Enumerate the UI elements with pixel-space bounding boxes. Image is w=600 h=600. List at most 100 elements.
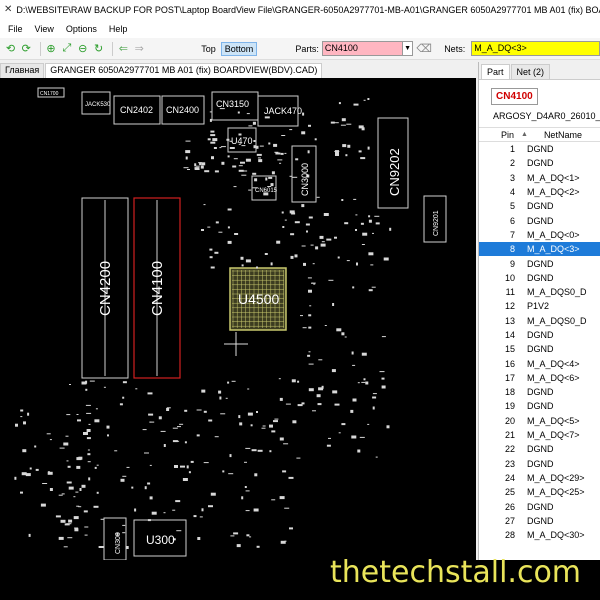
bottom-side-button[interactable]: Bottom bbox=[220, 41, 258, 56]
component-pad bbox=[275, 152, 281, 155]
pin-row[interactable]: 14 DGND bbox=[479, 328, 600, 342]
component-pad bbox=[220, 413, 226, 415]
pin-row[interactable]: 17 M_A_DQ<6> bbox=[479, 371, 600, 385]
tab-net[interactable]: Net (2) bbox=[510, 64, 551, 79]
pin-net-name: DGND bbox=[527, 330, 554, 340]
boardview-canvas[interactable]: CN1700 JACK530 CN2402 CN2400 CN3150 JACK… bbox=[0, 78, 476, 560]
component-pad bbox=[15, 423, 18, 427]
pin-number: 25 bbox=[504, 487, 515, 498]
rotate-icon[interactable]: ↻ bbox=[92, 42, 105, 56]
component-pad bbox=[209, 111, 212, 113]
menu-options[interactable]: Options bbox=[62, 24, 105, 34]
back-arrow-icon[interactable]: ⇐ bbox=[117, 42, 130, 56]
component-pad bbox=[254, 178, 258, 182]
pin-number: 9 bbox=[509, 258, 515, 269]
pin-row[interactable]: 4 M_A_DQ<2> bbox=[479, 185, 600, 199]
pin-row[interactable]: 16 M_A_DQ<4> bbox=[479, 356, 600, 370]
pin-row[interactable]: 20 M_A_DQ<5> bbox=[479, 414, 600, 428]
pin-row[interactable]: 19 DGND bbox=[479, 399, 600, 413]
pin-row[interactable]: 21 M_A_DQ<7> bbox=[479, 428, 600, 442]
component-pad bbox=[86, 437, 91, 440]
menu-view[interactable]: View bbox=[31, 24, 62, 34]
component-pad bbox=[363, 99, 366, 101]
pin-row[interactable]: 2 DGND bbox=[479, 156, 600, 170]
clear-filter-icon[interactable]: ⌫ bbox=[416, 42, 432, 56]
component-pad bbox=[284, 152, 287, 154]
pin-row[interactable]: 15 DGND bbox=[479, 342, 600, 356]
component-pad bbox=[231, 380, 236, 382]
tab-part[interactable]: Part bbox=[481, 64, 510, 79]
pin-row[interactable]: 6 DGND bbox=[479, 213, 600, 227]
component-pad bbox=[251, 449, 257, 452]
zoom-fit-icon[interactable]: ⟲ bbox=[4, 42, 17, 56]
component-pad bbox=[221, 161, 225, 165]
component-pad bbox=[276, 240, 281, 244]
component-pad bbox=[131, 486, 134, 489]
component-pad bbox=[240, 256, 244, 260]
component-pad bbox=[87, 453, 91, 456]
pin-row[interactable]: 28 M_A_DQ<30> bbox=[479, 528, 600, 542]
pin-row[interactable]: 27 DGND bbox=[479, 514, 600, 528]
zoom-out-icon[interactable]: ⊖ bbox=[76, 42, 89, 56]
refresh-icon[interactable]: ⟳ bbox=[20, 42, 33, 56]
component-pad bbox=[119, 403, 123, 406]
component-pad bbox=[301, 245, 306, 247]
chevron-down-icon[interactable]: ▼ bbox=[403, 41, 414, 56]
pin-row[interactable]: 13 M_A_DQS0_D bbox=[479, 314, 600, 328]
component-pad bbox=[218, 231, 223, 233]
component-pad bbox=[310, 244, 314, 246]
component-pad bbox=[249, 536, 252, 538]
pin-row[interactable]: 5 DGND bbox=[479, 199, 600, 213]
forward-arrow-icon[interactable]: ⇒ bbox=[133, 42, 146, 56]
tab-home[interactable]: Главная bbox=[0, 63, 45, 78]
component-pad bbox=[55, 515, 61, 518]
sort-asc-icon[interactable]: ▲ bbox=[521, 131, 528, 138]
component-pad bbox=[288, 476, 294, 479]
pin-row[interactable]: 25 M_A_DQ<25> bbox=[479, 485, 600, 499]
component-pad bbox=[253, 145, 256, 149]
nets-input[interactable]: M_A_DQ<3> bbox=[471, 41, 600, 56]
component-pad bbox=[258, 159, 263, 163]
pin-row[interactable]: 22 DGND bbox=[479, 442, 600, 456]
pin-row[interactable]: 3 M_A_DQ<1> bbox=[479, 171, 600, 185]
col-netname-header[interactable]: NetName bbox=[528, 130, 582, 140]
component-pad bbox=[248, 189, 252, 191]
top-side-button[interactable]: Top bbox=[198, 43, 219, 55]
pin-row[interactable]: 24 M_A_DQ<29> bbox=[479, 471, 600, 485]
jack530-label: JACK530 bbox=[85, 102, 111, 108]
component-pad bbox=[177, 426, 181, 428]
component-pad bbox=[344, 222, 349, 225]
pin-row[interactable]: 9 DGND bbox=[479, 256, 600, 270]
zoom-in-icon[interactable]: ⊕ bbox=[45, 42, 58, 56]
pin-row[interactable]: 26 DGND bbox=[479, 499, 600, 513]
menu-file[interactable]: File bbox=[4, 24, 31, 34]
component-pad bbox=[247, 412, 253, 416]
pin-row[interactable]: 11 M_A_DQS0_D bbox=[479, 285, 600, 299]
pin-row[interactable]: 12 P1V2 bbox=[479, 299, 600, 313]
menu-help[interactable]: Help bbox=[105, 24, 136, 34]
component-pad bbox=[245, 510, 250, 512]
component-pad bbox=[273, 143, 278, 147]
cn300-label: CN300 bbox=[115, 532, 122, 554]
parts-input[interactable]: CN4100 bbox=[321, 41, 404, 56]
component-pad bbox=[301, 204, 305, 208]
pin-number: 14 bbox=[504, 330, 515, 340]
component-pad bbox=[47, 471, 53, 475]
tab-boardview-file[interactable]: GRANGER 6050A2977701 MB A01 (fix) BOARDV… bbox=[45, 63, 323, 78]
component-pad bbox=[203, 410, 207, 413]
pin-row[interactable]: 8 M_A_DQ<3> bbox=[479, 242, 600, 257]
expand-icon[interactable]: ⤢ bbox=[60, 42, 73, 56]
col-pin-header[interactable]: Pin bbox=[479, 130, 519, 140]
pin-row[interactable]: 10 DGND bbox=[479, 271, 600, 285]
pin-row[interactable]: 1 DGND bbox=[479, 142, 600, 156]
component-pad bbox=[351, 351, 354, 355]
component-pad bbox=[274, 418, 279, 420]
component-pad bbox=[215, 221, 219, 224]
jack470-label: JACK470 bbox=[264, 106, 302, 116]
pin-number: 28 bbox=[504, 530, 515, 541]
pin-row[interactable]: 18 DGND bbox=[479, 385, 600, 399]
component-pad bbox=[347, 144, 351, 148]
component-pad bbox=[85, 404, 91, 406]
pin-row[interactable]: 23 DGND bbox=[479, 457, 600, 471]
pin-row[interactable]: 7 M_A_DQ<0> bbox=[479, 228, 600, 242]
